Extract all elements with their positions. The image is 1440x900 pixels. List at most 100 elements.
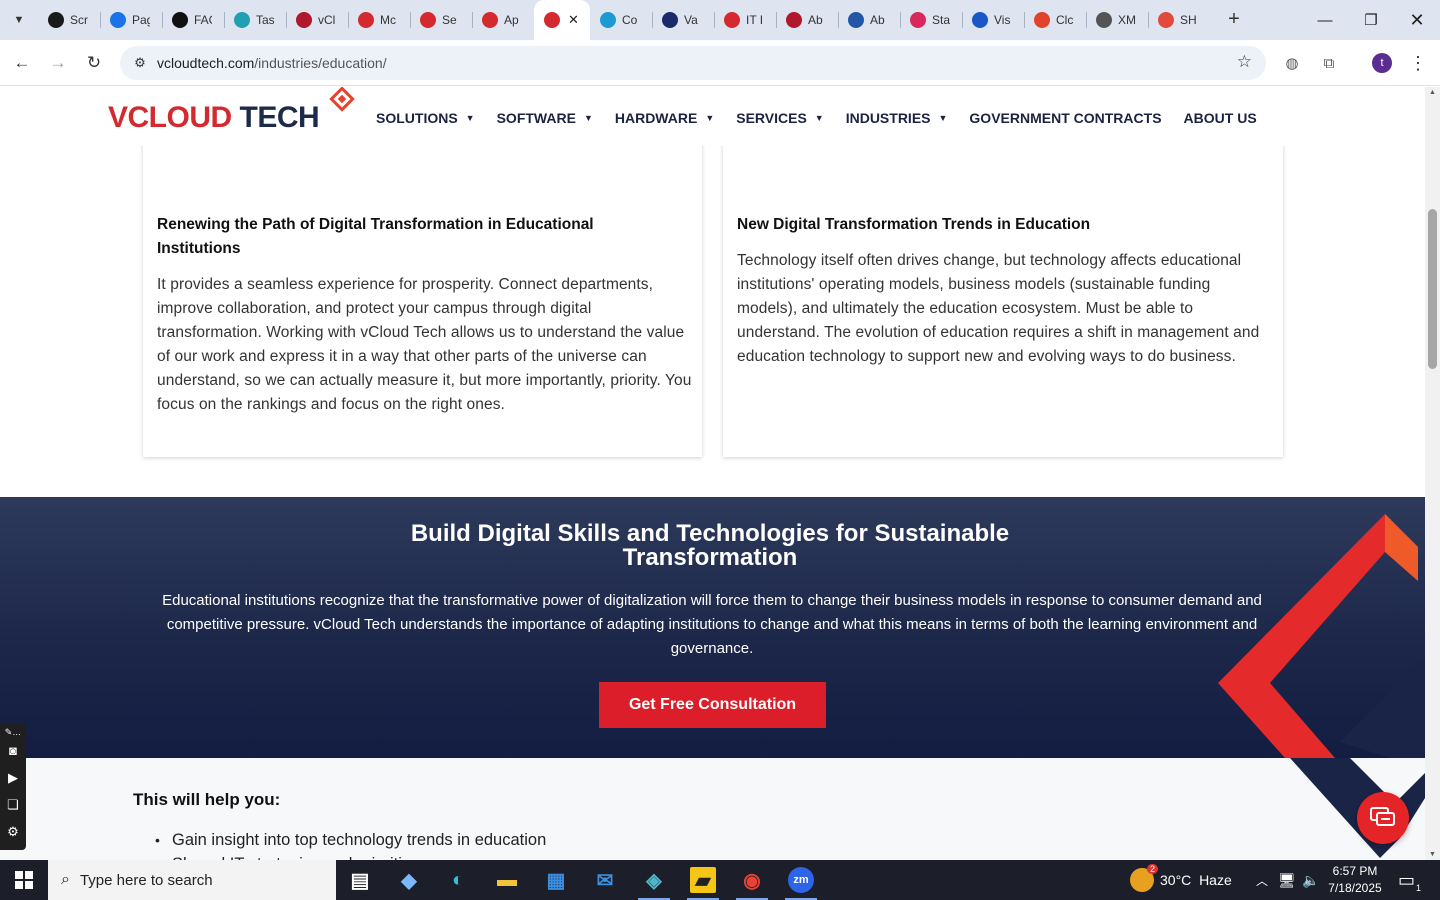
tab-label: vCl <box>318 13 336 27</box>
logo-diamond-icon <box>329 87 355 112</box>
gear-icon[interactable]: ⚙ <box>4 823 22 841</box>
copilot-icon <box>600 12 616 28</box>
browser-tab[interactable]: Mc <box>348 0 410 40</box>
video-camera-icon[interactable]: ▶ <box>4 769 22 787</box>
tab-strip: ▼ Scr Pag FAC Tas vCl Mc Se Ap ✕ Co Va IT I Ab Ab Sta V… <box>0 0 1440 40</box>
site-info-icon[interactable]: ⚙ <box>130 53 150 73</box>
profile-avatar[interactable]: t <box>1372 53 1392 73</box>
browser-tab[interactable]: Co <box>590 0 652 40</box>
taskbar-app[interactable]: ▰ <box>679 860 727 900</box>
browser-tab[interactable]: Tas <box>224 0 286 40</box>
caret-down-icon: ▼ <box>814 113 824 123</box>
vcloud-diamond-icon <box>420 12 436 28</box>
nav-item-solutions[interactable]: SOLUTIONS ▼ <box>376 110 475 126</box>
browser-tab[interactable]: Clc <box>1024 0 1086 40</box>
taskbar-app[interactable]: ✉ <box>581 860 629 900</box>
banner-title: Build Digital Skills and Technologies fo… <box>410 520 1010 571</box>
browser-tab[interactable]: IT I <box>714 0 776 40</box>
tab-label: Mc <box>380 13 396 27</box>
reload-button[interactable]: ↻ <box>81 50 107 76</box>
browser-tab[interactable]: FAC <box>162 0 224 40</box>
browser-tab[interactable]: Va <box>652 0 714 40</box>
bookmark-star-icon[interactable]: ☆ <box>1237 52 1252 72</box>
nav-item-government-contracts[interactable]: GOVERNMENT CONTRACTS <box>969 110 1161 126</box>
taskbar-app[interactable]: ▤ <box>336 860 384 900</box>
notifications-button[interactable]: ▭ 1 <box>1398 860 1422 900</box>
search-placeholder: Type here to search <box>79 871 213 889</box>
back-button[interactable]: ← <box>9 50 35 76</box>
volume-icon[interactable]: 🔈 <box>1302 860 1319 900</box>
windows-icon[interactable]: ❏ <box>4 796 22 814</box>
nav-item-hardware[interactable]: HARDWARE ▼ <box>615 110 714 126</box>
taskbar-app[interactable]: ◐ <box>434 860 482 900</box>
caret-down-icon: ▼ <box>938 113 948 123</box>
translate-icon[interactable]: ◍ <box>1281 52 1303 74</box>
new-tab-button[interactable]: + <box>1222 8 1246 32</box>
browser-tab[interactable]: ✕ <box>534 0 590 40</box>
scrollbar-thumb[interactable] <box>1428 209 1437 369</box>
nav-item-industries[interactable]: INDUSTRIES ▼ <box>846 110 948 126</box>
screen-recorder-toolbar: ✎… ◙ ▶ ❏ ⚙ <box>0 723 26 850</box>
vcloud-diamond-icon <box>358 12 374 28</box>
browser-tab[interactable]: Pag <box>100 0 162 40</box>
nav-item-software[interactable]: SOFTWARE ▼ <box>497 110 593 126</box>
browser-tab[interactable]: Ap <box>472 0 534 40</box>
extensions-icon[interactable]: ⧉ <box>1318 52 1340 74</box>
tab-label: Clc <box>1056 13 1074 27</box>
card-title: New Digital Transformation Trends in Edu… <box>737 216 1091 233</box>
network-icon[interactable]: 🖥 <box>1278 860 1296 900</box>
taskbar-app[interactable]: zm <box>777 860 825 900</box>
vcloud-icon <box>296 12 312 28</box>
taskbar-clock[interactable]: 6:57 PM 7/18/2025 <box>1322 863 1388 897</box>
forward-button[interactable]: → <box>45 50 71 76</box>
chrome-menu-icon[interactable]: ⋮ <box>1407 52 1429 74</box>
nav-item-about-us[interactable]: ABOUT US <box>1184 110 1257 126</box>
browser-tab[interactable]: Vis <box>962 0 1024 40</box>
weather-badge: 2 <box>1146 864 1158 874</box>
url-text[interactable]: vcloudtech.com/industries/education/ <box>157 55 387 71</box>
start-button[interactable] <box>0 860 48 900</box>
taskbar-app[interactable]: ▦ <box>532 860 580 900</box>
clc-icon <box>1034 12 1050 28</box>
chrome-icon: ◉ <box>743 869 761 892</box>
scroll-down-arrow-icon[interactable]: ▼ <box>1428 851 1437 858</box>
vcloud-tech-logo[interactable]: VCLOUD TECH <box>108 101 320 135</box>
taskbar-app[interactable]: ◈ <box>630 860 678 900</box>
browser-tab[interactable]: Scr <box>38 0 100 40</box>
taskbar-app[interactable]: ▬ <box>483 860 531 900</box>
close-window-button[interactable]: ✕ <box>1394 0 1440 40</box>
chat-button[interactable] <box>1357 792 1409 844</box>
page-viewport: Renewing the Path of Digital Transformat… <box>0 87 1425 860</box>
taskbar-search[interactable]: ⌕ Type here to search <box>48 860 336 900</box>
taskbar-app[interactable]: ◉ <box>728 860 776 900</box>
caret-down-icon: ▼ <box>465 113 475 123</box>
browser-tab[interactable]: XM <box>1086 0 1148 40</box>
vcloud-diamond-icon <box>544 12 560 28</box>
browser-tab[interactable]: Ab <box>838 0 900 40</box>
scroll-up-arrow-icon[interactable]: ▲ <box>1428 89 1437 96</box>
tab-list: Scr Pag FAC Tas vCl Mc Se Ap ✕ Co Va IT I Ab Ab Sta Vis… <box>38 0 1210 40</box>
browser-tab[interactable]: SH <box>1148 0 1210 40</box>
nav-item-services[interactable]: SERVICES ▼ <box>736 110 823 126</box>
main-nav: SOLUTIONS ▼ SOFTWARE ▼ HARDWARE ▼ SERVICES ▼ IND… <box>376 110 1279 126</box>
page-scrollbar[interactable]: ▲ ▼ <box>1425 87 1440 860</box>
tray-overflow-icon[interactable]: ︿ <box>1256 860 1268 900</box>
browser-tab[interactable]: Se <box>410 0 472 40</box>
address-bar[interactable]: ⚙ vcloudtech.com/industries/education/ ☆ <box>120 46 1266 80</box>
copilot-icon: ◆ <box>401 869 417 892</box>
close-tab-icon[interactable]: ✕ <box>568 12 579 28</box>
nav-item-label: HARDWARE <box>614 110 698 126</box>
recorder-more-icon[interactable]: ✎… <box>4 723 22 741</box>
browser-tab[interactable]: Ab <box>776 0 838 40</box>
tab-search-button[interactable]: ▼ <box>6 8 32 32</box>
get-free-consultation-button[interactable]: Get Free Consultation <box>599 682 826 728</box>
tab-label: Sta <box>932 13 950 27</box>
camera-icon[interactable]: ◙ <box>4 742 22 760</box>
browser-tab[interactable]: vCl <box>286 0 348 40</box>
browser-tab[interactable]: Sta <box>900 0 962 40</box>
minimize-button[interactable]: — <box>1302 0 1348 40</box>
tab-label: XM <box>1118 13 1136 27</box>
maximize-button[interactable]: ❐ <box>1348 0 1394 40</box>
weather-widget[interactable]: 2 30°C Haze <box>1130 860 1232 900</box>
taskbar-app[interactable]: ◆ <box>385 860 433 900</box>
